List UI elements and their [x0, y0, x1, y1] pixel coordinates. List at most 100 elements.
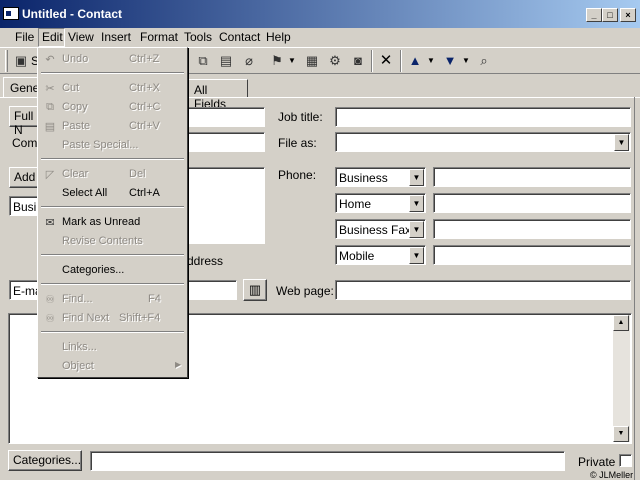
menu-separator	[41, 254, 184, 256]
phone-type-combo-1[interactable]: Business ▼	[335, 167, 426, 187]
menu-item-paste-special[interactable]: Paste Special...	[62, 139, 138, 151]
follow-up-icon[interactable]: ⚑	[268, 52, 286, 70]
menu-separator	[41, 206, 184, 208]
toolbar-grip[interactable]	[5, 50, 8, 72]
menu-insert[interactable]: Insert	[101, 30, 131, 44]
next-dropdown-icon[interactable]: ▼	[462, 52, 470, 70]
menu-item-find-next[interactable]: Find Next	[62, 312, 109, 324]
address-book-icon[interactable]: ▥	[243, 279, 267, 301]
menu-item-categories[interactable]: Categories...	[62, 264, 124, 276]
follow-up-dropdown-icon[interactable]: ▼	[288, 52, 296, 70]
properties-icon[interactable]: ⚙	[326, 52, 344, 70]
web-page-field[interactable]	[335, 280, 631, 300]
shortcut-find-next: Shift+F4	[119, 312, 161, 324]
toolbar-separator-2	[400, 50, 402, 72]
address-book-icon[interactable]: ◙	[349, 52, 367, 70]
phone-type-combo-2[interactable]: Home ▼	[335, 193, 426, 213]
scroll-down-icon[interactable]: ▼	[613, 426, 629, 442]
chevron-down-icon[interactable]: ▼	[409, 221, 424, 238]
copy-icon[interactable]: ⧉	[194, 52, 212, 70]
menu-help[interactable]: Help	[266, 30, 291, 44]
menu-item-links[interactable]: Links...	[62, 341, 97, 353]
contact-card-icon[interactable]	[3, 7, 19, 20]
eraser-icon: ◸	[45, 169, 55, 181]
file-as-dropdown-icon[interactable]: ▼	[614, 134, 629, 151]
previous-dropdown-icon[interactable]: ▼	[427, 52, 435, 70]
phone-field-2[interactable]	[433, 193, 631, 213]
undo-icon: ↶	[45, 54, 55, 66]
paste-icon[interactable]: ▤	[217, 52, 235, 70]
shortcut-clear: Del	[129, 168, 146, 180]
job-title-field[interactable]	[335, 107, 631, 127]
delete-icon[interactable]: ✕	[377, 52, 395, 70]
chevron-down-icon[interactable]: ▼	[409, 247, 424, 264]
menu-item-copy[interactable]: Copy	[62, 101, 88, 113]
private-checkbox[interactable]	[619, 454, 632, 467]
next-item-icon[interactable]: ▼	[441, 52, 459, 70]
phone-field-3[interactable]	[433, 219, 631, 239]
attach-icon[interactable]: ⌀	[240, 52, 258, 70]
scroll-up-icon[interactable]: ▲	[613, 315, 629, 331]
shortcut-paste: Ctrl+V	[129, 120, 160, 132]
phone-field-4[interactable]	[433, 245, 631, 265]
phone-type-combo-4[interactable]: Mobile ▼	[335, 245, 426, 265]
menu-contact[interactable]: Contact	[219, 30, 260, 44]
menu-item-paste[interactable]: Paste	[62, 120, 90, 132]
full-name-button[interactable]: Full N	[9, 106, 39, 137]
phone-type-3: Business Fax	[339, 223, 412, 237]
menu-item-revise-contents[interactable]: Revise Contents	[62, 235, 143, 247]
address-button[interactable]: Add	[9, 167, 39, 188]
menu-separator	[41, 331, 184, 333]
title-bar: Untitled - Contact _ □ ×	[0, 0, 640, 28]
menu-edit[interactable]: Edit	[42, 30, 63, 44]
menu-format[interactable]: Format	[140, 30, 178, 44]
cut-icon: ✂	[45, 83, 55, 95]
notes-scrollbar[interactable]	[613, 315, 630, 442]
find-contact-icon[interactable]: ⌕	[475, 52, 493, 70]
copy-icon: ⧉	[46, 101, 54, 113]
file-as-combo[interactable]: ▼	[335, 132, 631, 152]
save-icon[interactable]: ▣	[12, 52, 30, 70]
address-field[interactable]	[187, 167, 265, 244]
menu-view[interactable]: View	[68, 30, 94, 44]
previous-item-icon[interactable]: ▲	[406, 52, 424, 70]
panel-edge	[634, 97, 640, 480]
menu-tools[interactable]: Tools	[184, 30, 212, 44]
maximize-button[interactable]: □	[602, 8, 618, 22]
minimize-button[interactable]: _	[586, 8, 602, 22]
menu-separator	[41, 283, 184, 285]
shortcut-cut: Ctrl+X	[129, 82, 160, 94]
phone-type-1: Business	[339, 171, 388, 185]
tab-all-fields[interactable]: All Fields	[187, 79, 248, 111]
address-type-combo[interactable]: Busin	[9, 196, 43, 216]
shortcut-select-all: Ctrl+A	[129, 187, 160, 199]
menu-item-find[interactable]: Find...	[62, 293, 93, 305]
menu-file[interactable]: File	[15, 30, 34, 44]
menu-item-cut[interactable]: Cut	[62, 82, 79, 94]
menu-separator	[41, 72, 184, 74]
chevron-down-icon[interactable]: ▼	[409, 195, 424, 212]
menu-item-undo[interactable]: Undo	[62, 53, 88, 65]
phone-label: Phone:	[278, 168, 317, 182]
phone-type-combo-3[interactable]: Business Fax ▼	[335, 219, 426, 239]
menu-item-mark-as-unread[interactable]: Mark as Unread	[62, 216, 140, 228]
phone-field-1[interactable]	[433, 167, 631, 187]
categories-button[interactable]: Categories...	[8, 450, 82, 471]
close-button[interactable]: ×	[620, 8, 636, 22]
menu-item-clear[interactable]: Clear	[62, 168, 88, 180]
new-item-icon[interactable]: ▦	[303, 52, 321, 70]
shortcut-copy: Ctrl+C	[129, 101, 161, 113]
chevron-down-icon[interactable]: ▼	[409, 169, 424, 186]
binoculars-next-icon: ♾	[45, 313, 55, 325]
shortcut-find: F4	[148, 293, 161, 305]
categories-field[interactable]	[90, 451, 565, 471]
mailing-address-label: ddress	[187, 254, 224, 268]
submenu-arrow-icon: ▶	[175, 360, 182, 369]
menu-item-select-all[interactable]: Select All	[62, 187, 107, 199]
menu-item-object[interactable]: Object	[62, 360, 94, 372]
company-field[interactable]	[187, 132, 265, 152]
full-name-field[interactable]	[187, 107, 265, 127]
menu-bar	[0, 28, 640, 47]
private-label: Private	[578, 455, 616, 469]
web-page-label: Web page:	[276, 284, 334, 298]
